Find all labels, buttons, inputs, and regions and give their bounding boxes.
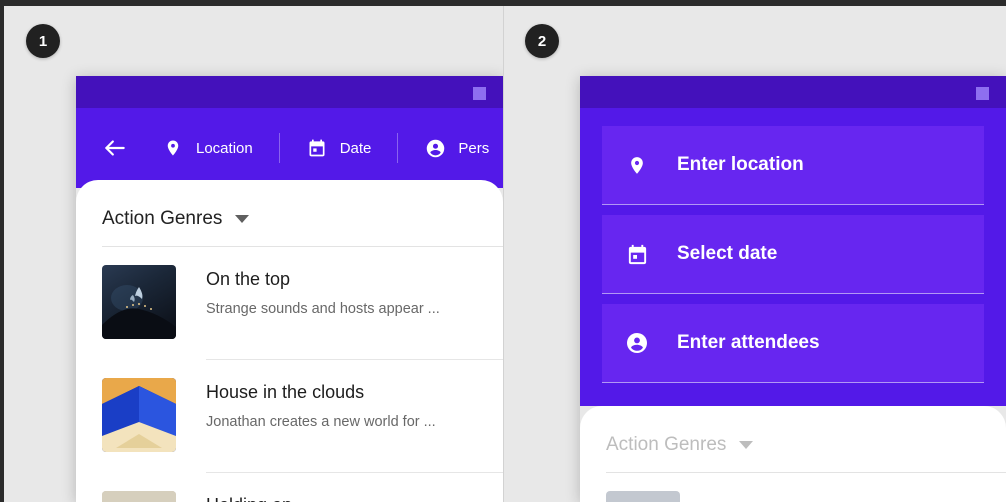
- nav-separator: [279, 133, 280, 163]
- genre-filter-dropdown[interactable]: Action Genres: [580, 420, 1006, 472]
- status-bar-2: [580, 76, 1006, 108]
- field-underline: [602, 293, 984, 294]
- results-card: Action Genres: [76, 180, 503, 502]
- person-icon: [424, 137, 446, 159]
- night-mountain-thumbnail: [102, 265, 176, 339]
- list-item-thumbnail: [606, 491, 680, 502]
- panel-step-2: 2 Enter location: [503, 6, 1006, 502]
- search-navbar: Location Date: [76, 108, 503, 188]
- genre-filter-dropdown[interactable]: Action Genres: [76, 194, 503, 246]
- field-underline: [602, 204, 984, 205]
- phone-screen-2: Enter location Select date: [580, 76, 1006, 502]
- status-bar-1: [76, 76, 503, 108]
- nav-chip-label: Date: [340, 140, 372, 157]
- person-icon: [624, 330, 650, 356]
- list-item-text: House in the clouds Jonathan creates a n…: [206, 378, 503, 430]
- beige-texture-thumbnail: [102, 491, 176, 502]
- nav-chip-label: Pers: [458, 140, 489, 157]
- attendees-search-field[interactable]: Enter attendees: [602, 304, 984, 382]
- search-overlay: Enter location Select date: [580, 108, 1006, 406]
- list-item[interactable]: Holding on: [76, 473, 503, 502]
- list-item[interactable]: [580, 473, 1006, 502]
- list-item-title: On the top: [206, 269, 503, 290]
- nav-separator: [397, 133, 398, 163]
- app-switch-square-icon: [976, 87, 989, 100]
- attendees-search-label: Enter attendees: [677, 332, 820, 354]
- nav-chip-date[interactable]: Date: [306, 128, 372, 168]
- date-search-field[interactable]: Select date: [602, 215, 984, 293]
- list-item-subtitle: Strange sounds and hosts appear ...: [206, 301, 503, 317]
- blue-geometric-house-thumbnail: [102, 378, 176, 452]
- location-search-field[interactable]: Enter location: [602, 126, 984, 204]
- list-item[interactable]: House in the clouds Jonathan creates a n…: [76, 360, 503, 452]
- nav-chip-label: Location: [196, 140, 253, 157]
- back-button[interactable]: [98, 131, 132, 165]
- list-item-title: Holding on: [206, 495, 503, 502]
- screenshot-root: 1: [0, 0, 1006, 502]
- nav-chip-person[interactable]: Pers: [424, 128, 489, 168]
- chevron-down-icon: [235, 215, 249, 223]
- list-item-text: On the top Strange sounds and hosts appe…: [206, 265, 503, 317]
- list-item-text: Holding on: [206, 491, 503, 502]
- phone-screen-1: Location Date: [76, 76, 503, 502]
- arrow-left-icon: [102, 135, 128, 161]
- list-item-subtitle: Jonathan creates a new world for ...: [206, 414, 503, 430]
- date-search-label: Select date: [677, 243, 777, 265]
- step-badge-number: 2: [538, 33, 546, 50]
- location-pin-icon: [624, 152, 650, 178]
- chevron-down-icon: [739, 441, 753, 449]
- field-underline: [602, 382, 984, 383]
- results-card-dimmed: Action Genres: [580, 406, 1006, 502]
- calendar-icon: [306, 137, 328, 159]
- step-badge-number: 1: [39, 33, 47, 50]
- panel-divider: [503, 6, 504, 502]
- list-item[interactable]: On the top Strange sounds and hosts appe…: [76, 247, 503, 339]
- nav-chip-location[interactable]: Location: [162, 128, 253, 168]
- list-item-title: House in the clouds: [206, 382, 503, 403]
- panel-step-1: 1: [4, 6, 503, 502]
- location-search-label: Enter location: [677, 154, 804, 176]
- genre-filter-label: Action Genres: [102, 208, 222, 230]
- genre-filter-label: Action Genres: [606, 434, 726, 456]
- app-switch-square-icon: [473, 87, 486, 100]
- location-pin-icon: [162, 137, 184, 159]
- step-badge-2: 2: [525, 24, 559, 58]
- calendar-icon: [624, 241, 650, 267]
- step-badge-1: 1: [26, 24, 60, 58]
